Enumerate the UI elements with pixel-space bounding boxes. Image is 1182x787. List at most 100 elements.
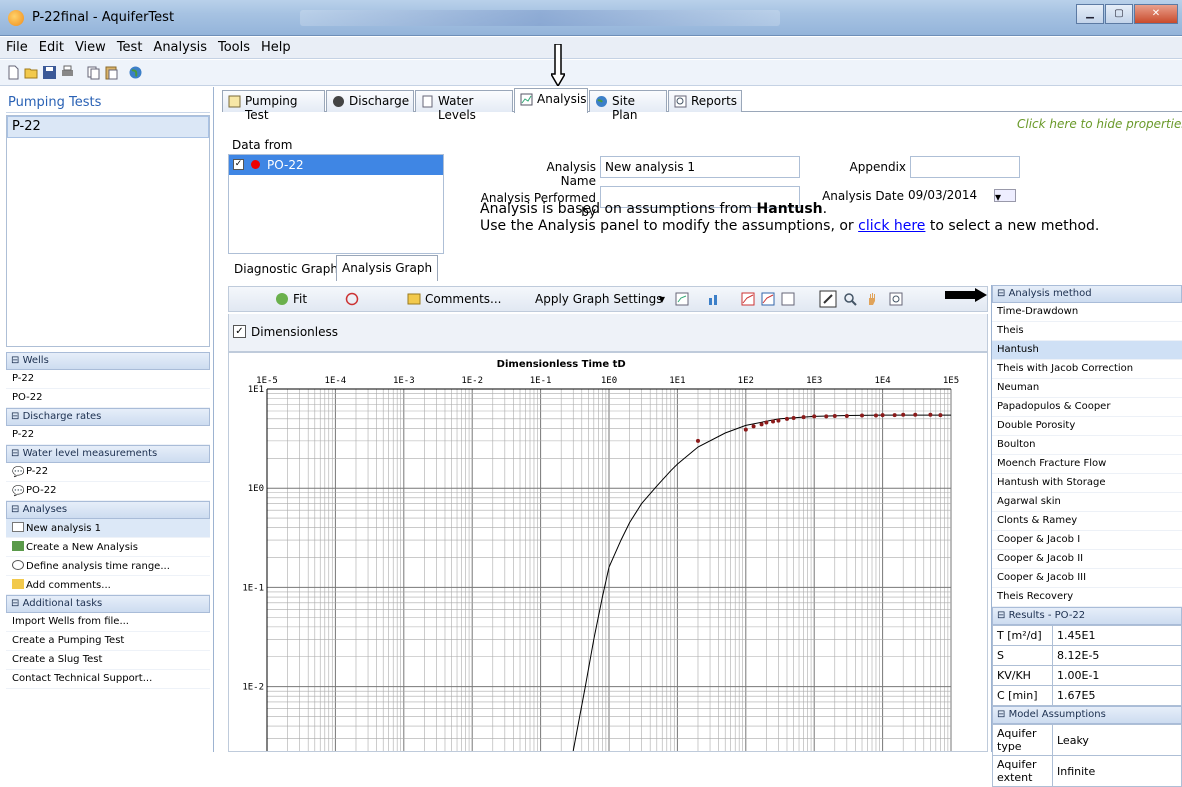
chevron-down-icon[interactable]: ▾: [659, 292, 665, 306]
model-assumptions-header[interactable]: ⊟ Model Assumptions: [992, 706, 1182, 724]
parameter-name: Aquifer extent: [992, 755, 1053, 787]
data-source-checkbox[interactable]: ✓: [233, 159, 244, 170]
globe-icon[interactable]: [128, 65, 143, 80]
analysis-method-header[interactable]: ⊟ Analysis method: [992, 285, 1182, 303]
parameter-value[interactable]: 8.12E-5: [1052, 645, 1182, 666]
list-item[interactable]: P-22: [6, 426, 210, 445]
menu-test[interactable]: Test: [111, 37, 148, 55]
dimensionless-label: Dimensionless: [251, 325, 339, 339]
list-item[interactable]: Create a New Analysis: [6, 538, 210, 557]
list-item[interactable]: PO-22: [6, 389, 210, 408]
fit-icon[interactable]: [275, 292, 289, 306]
parameter-value[interactable]: 1.45E1: [1052, 625, 1182, 646]
zoom-extent-icon[interactable]: [889, 292, 903, 306]
reset-icon[interactable]: [345, 292, 359, 306]
menu-help[interactable]: Help: [255, 37, 296, 55]
method-item[interactable]: Agarwal skin: [992, 493, 1182, 512]
menu-file[interactable]: File: [0, 37, 33, 55]
section-water-levels[interactable]: ⊟ Water level measurements: [6, 445, 210, 463]
menu-tools[interactable]: Tools: [212, 37, 255, 55]
list-item[interactable]: 💬 PO-22: [6, 482, 210, 501]
results-header[interactable]: ⊟ Results - PO-22: [992, 607, 1182, 625]
close-button[interactable]: ✕: [1134, 4, 1178, 24]
paste-icon[interactable]: [104, 65, 119, 80]
section-analyses[interactable]: ⊟ Analyses: [6, 501, 210, 519]
tab-site-plan[interactable]: Site Plan: [589, 90, 667, 122]
select-method-link[interactable]: click here: [858, 218, 925, 234]
apply-graph-settings-button[interactable]: Apply Graph Settings: [535, 292, 663, 306]
menu-analysis[interactable]: Analysis: [147, 37, 212, 55]
comments-button[interactable]: Comments...: [425, 292, 502, 306]
section-additional-tasks[interactable]: ⊟ Additional tasks: [6, 595, 210, 613]
method-item[interactable]: Papadopulos & Cooper: [992, 398, 1182, 417]
list-item[interactable]: New analysis 1: [6, 519, 210, 538]
method-item[interactable]: Clonts & Ramey: [992, 512, 1182, 531]
section-wells[interactable]: ⊟ Wells: [6, 352, 210, 370]
method-item[interactable]: Cooper & Jacob I: [992, 531, 1182, 550]
print-icon[interactable]: [60, 65, 75, 80]
dimensionless-checkbox[interactable]: ✓: [233, 325, 246, 338]
parameter-value[interactable]: Leaky: [1052, 724, 1182, 756]
menu-view[interactable]: View: [69, 37, 111, 55]
parameter-value[interactable]: 1.00E-1: [1052, 665, 1182, 686]
section-label: Wells: [22, 355, 49, 366]
method-item[interactable]: Theis with Jacob Correction: [992, 360, 1182, 379]
tab-diagnostic-graph[interactable]: Diagnostic Graph: [228, 256, 344, 280]
list-item[interactable]: Add comments...: [6, 576, 210, 595]
maximize-button[interactable]: ▢: [1105, 4, 1133, 24]
list-item[interactable]: Create a Slug Test: [6, 651, 210, 670]
method-item[interactable]: Cooper & Jacob II: [992, 550, 1182, 569]
list-item[interactable]: 💬 P-22: [6, 463, 210, 482]
method-item[interactable]: Hantush: [992, 341, 1182, 360]
minimize-button[interactable]: ▁: [1076, 4, 1104, 24]
tab-analysis-graph[interactable]: Analysis Graph: [336, 255, 439, 281]
parameter-value[interactable]: Infinite: [1052, 755, 1182, 787]
method-item[interactable]: Time-Drawdown: [992, 303, 1182, 322]
table-icon[interactable]: [781, 292, 795, 306]
appendix-input[interactable]: [910, 156, 1020, 178]
list-item[interactable]: Import Wells from file...: [6, 613, 210, 632]
list-item-label: Add comments...: [26, 580, 111, 591]
new-file-icon[interactable]: [6, 65, 21, 80]
list-item[interactable]: Create a Pumping Test: [6, 632, 210, 651]
method-item[interactable]: Cooper & Jacob III: [992, 569, 1182, 588]
tab-bar: Pumping Test Discharge Water Levels Anal…: [222, 88, 1182, 122]
chart-canvas[interactable]: Dimensionless Time tD1E-5 1E-4 1E-3 1E-2 1E-…: [229, 353, 987, 752]
method-item[interactable]: Hantush with Storage: [992, 474, 1182, 493]
analysis-name-input[interactable]: New analysis 1: [600, 156, 800, 178]
method-name: Hantush: [756, 201, 823, 217]
save-icon[interactable]: [42, 65, 57, 80]
method-item[interactable]: Double Porosity: [992, 417, 1182, 436]
data-source-item[interactable]: ✓ PO-22: [229, 155, 443, 175]
method-item[interactable]: Neuman: [992, 379, 1182, 398]
tab-water-levels[interactable]: Water Levels: [415, 90, 513, 122]
tab-reports[interactable]: Reports: [668, 90, 742, 112]
open-folder-icon[interactable]: [24, 65, 39, 80]
multi-graph-icon[interactable]: [761, 292, 775, 306]
list-item[interactable]: Define analysis time range...: [6, 557, 210, 576]
method-item[interactable]: Moench Fracture Flow: [992, 455, 1182, 474]
menu-edit[interactable]: Edit: [33, 37, 69, 55]
tab-pumping-test[interactable]: Pumping Test: [222, 90, 325, 122]
bar-chart-icon[interactable]: [707, 292, 721, 306]
pan-hand-icon[interactable]: [865, 292, 879, 306]
zoom-icon[interactable]: [843, 292, 857, 306]
list-item[interactable]: P-22: [6, 370, 210, 389]
graph-settings-icon[interactable]: [675, 292, 689, 306]
method-item[interactable]: Theis Recovery: [992, 588, 1182, 607]
copy-icon[interactable]: [86, 65, 101, 80]
list-item[interactable]: Contact Technical Support...: [6, 670, 210, 689]
method-item[interactable]: Theis: [992, 322, 1182, 341]
fit-button[interactable]: Fit: [293, 292, 307, 306]
red-graph-icon[interactable]: [741, 292, 755, 306]
method-item[interactable]: Boulton: [992, 436, 1182, 455]
parameter-value[interactable]: 1.67E5: [1052, 685, 1182, 706]
edit-pencil-icon[interactable]: [819, 290, 837, 308]
tab-analysis[interactable]: Analysis: [514, 88, 588, 113]
tab-discharge[interactable]: Discharge: [326, 90, 414, 112]
pumping-test-item[interactable]: P-22: [7, 116, 209, 138]
hide-properties-link[interactable]: Click here to hide properties v: [1017, 117, 1182, 131]
analysis-graph[interactable]: Dimensionless Time tD 1E-5 1E-4 1E-3 1E-2 1E-…: [228, 352, 988, 752]
section-discharge[interactable]: ⊟ Discharge rates: [6, 408, 210, 426]
section-label: Model Assumptions: [1008, 709, 1106, 720]
